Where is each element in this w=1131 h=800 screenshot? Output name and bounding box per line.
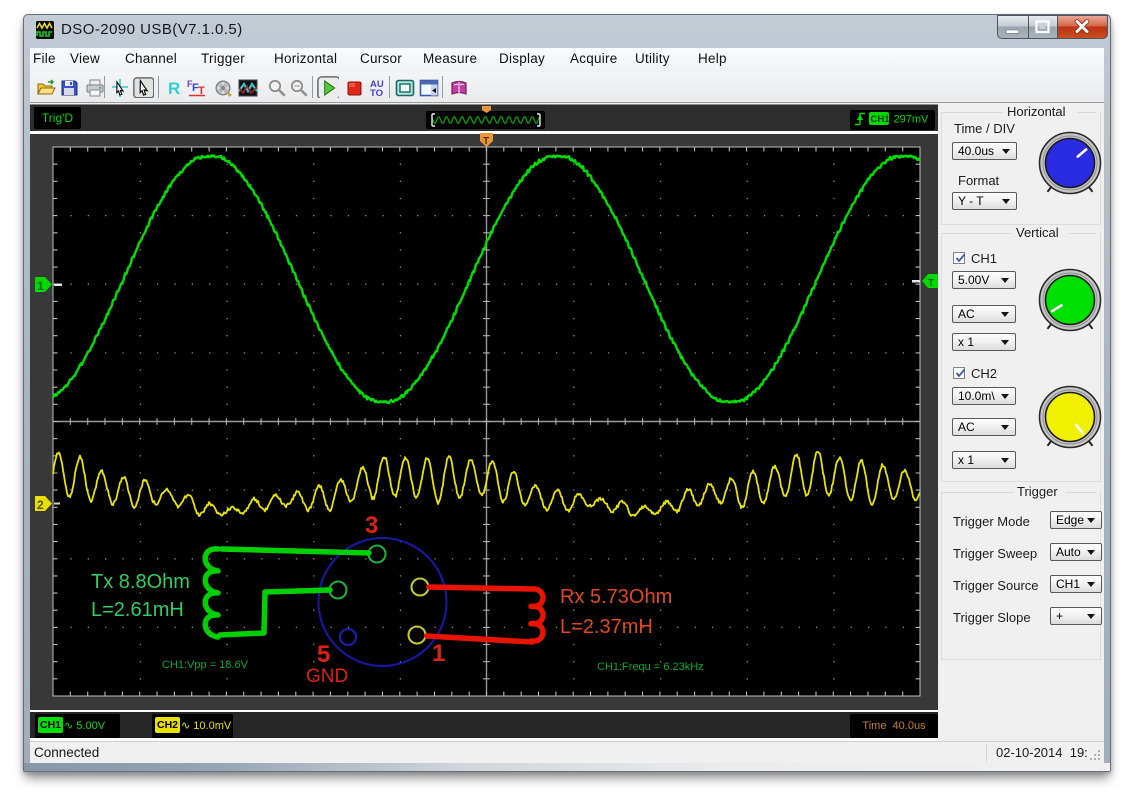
svg-text:L=2.37mH: L=2.37mH — [560, 616, 653, 638]
svg-text:1: 1 — [37, 279, 44, 293]
svg-text:TO: TO — [370, 88, 383, 98]
svg-text:T: T — [928, 278, 934, 289]
svg-text:CH1: CH1 — [871, 114, 891, 125]
svg-text:GND: GND — [306, 666, 348, 687]
svg-text:297mV: 297mV — [894, 114, 930, 126]
svg-text:3: 3 — [365, 512, 378, 539]
svg-text:R: R — [168, 79, 180, 98]
svg-text:Rx 5.73Ohm: Rx 5.73Ohm — [560, 586, 672, 608]
svg-text:2: 2 — [37, 498, 44, 512]
svg-text:CH1:Vpp = 18.6V: CH1:Vpp = 18.6V — [162, 659, 249, 671]
svg-text:5: 5 — [317, 641, 330, 668]
svg-text:L=2.61mH: L=2.61mH — [91, 599, 184, 621]
svg-text:CH1:Frequ = 6.23kHz: CH1:Frequ = 6.23kHz — [597, 661, 704, 673]
svg-text:1: 1 — [432, 640, 445, 667]
svg-text:Tx 8.8Ohm: Tx 8.8Ohm — [91, 571, 190, 593]
svg-text:T: T — [483, 136, 489, 147]
